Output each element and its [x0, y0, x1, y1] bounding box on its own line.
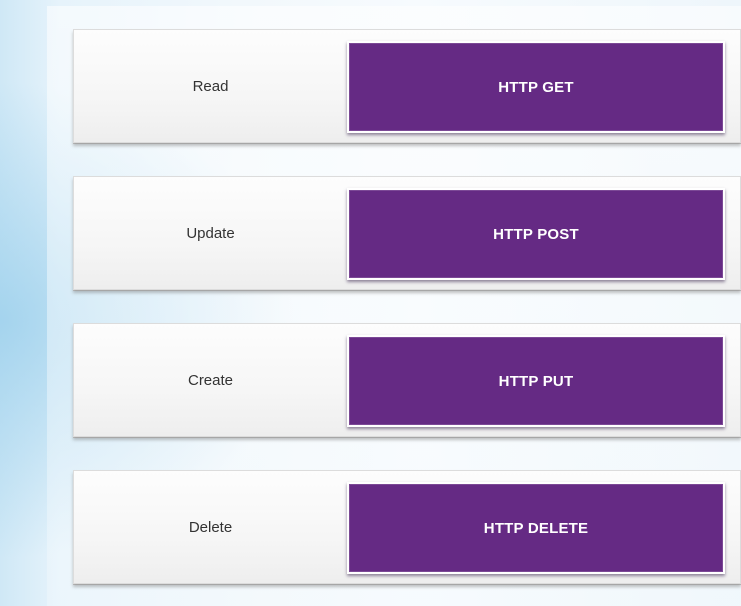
- operation-label-read: Read: [192, 77, 229, 95]
- http-post-button[interactable]: HTTP POST: [347, 188, 725, 280]
- mapping-row-update: Update HTTP POST: [73, 176, 741, 290]
- mapping-list: Read HTTP GET Update HTTP POST Create HT…: [73, 29, 741, 584]
- http-put-button[interactable]: HTTP PUT: [347, 335, 725, 427]
- http-get-button[interactable]: HTTP GET: [347, 41, 725, 133]
- http-delete-button[interactable]: HTTP DELETE: [347, 482, 725, 574]
- mapping-row-create: Create HTTP PUT: [73, 323, 741, 437]
- operation-label-update: Update: [186, 224, 235, 242]
- operation-label-create: Create: [187, 371, 234, 389]
- mapping-row-read: Read HTTP GET: [73, 29, 741, 143]
- mapping-row-delete: Delete HTTP DELETE: [73, 470, 741, 584]
- operation-label-delete: Delete: [188, 518, 233, 536]
